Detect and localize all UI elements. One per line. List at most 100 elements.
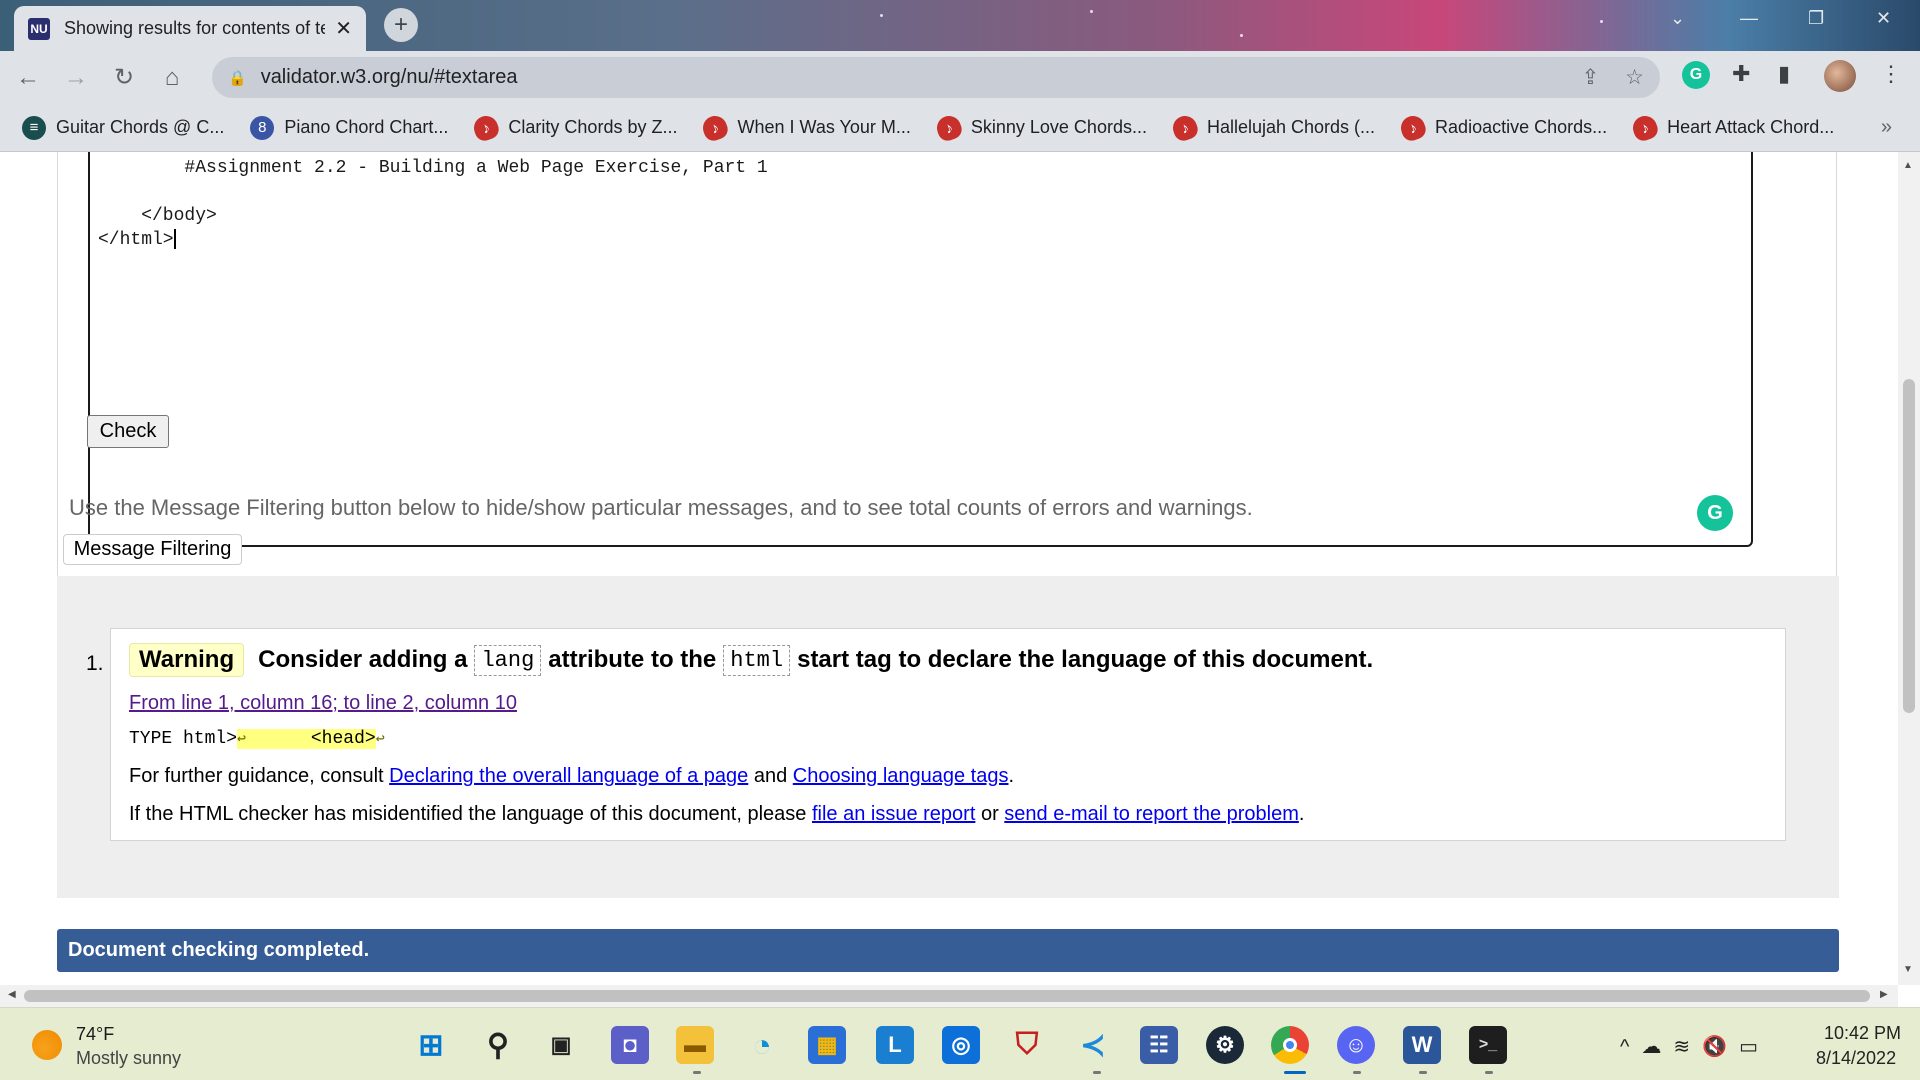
url-text[interactable]: validator.w3.org/nu/#textarea [261,66,1556,89]
file-explorer-icon[interactable]: ▬ [676,1026,714,1064]
bookmark-item[interactable]: ♪ Hallelujah Chords (... [1169,112,1375,143]
chat-icon[interactable]: ◘ [611,1026,649,1064]
microsoft-store-icon[interactable]: ▦ [808,1026,846,1064]
more-bookmarks-chevron-icon[interactable]: » [1881,116,1892,139]
steam-icon[interactable]: ⚙ [1206,1026,1244,1064]
profile-avatar-button[interactable] [1824,60,1856,92]
search-icon[interactable]: ⚲ [479,1026,517,1064]
volume-muted-icon[interactable]: 🔇 [1702,1036,1739,1058]
bookmark-item[interactable]: ♪ Skinny Love Chords... [933,112,1147,143]
background-sparkle [1090,10,1093,13]
back-arrow-icon[interactable]: ← [8,58,48,98]
guitar-icon: ♪ [471,112,502,143]
close-window-icon[interactable]: ✕ [1876,8,1891,29]
home-icon[interactable]: ⌂ [152,58,192,98]
message-text: start tag to declare the language of thi… [797,646,1374,673]
grammarly-icon[interactable]: G [1697,495,1733,531]
bookmark-item[interactable]: ≡ Guitar Chords @ C... [22,115,225,140]
bookmark-item[interactable]: 8 Piano Chord Chart... [250,115,448,140]
extract-text: TYPE html> [129,729,238,749]
extensions-puzzle-icon[interactable]: ✚ [1732,61,1750,87]
restore-icon[interactable]: ❐ [1808,8,1824,29]
bookmark-label: When I Was Your M... [737,117,911,137]
html-source-textarea[interactable]: #Assignment 2.2 - Building a Web Page Ex… [88,152,1753,547]
horizontal-scroll-thumb[interactable] [24,990,1870,1002]
code-lang: lang [474,644,542,676]
check-button[interactable]: Check [87,415,169,448]
declaring-language-link[interactable]: Declaring the overall language of a page [389,765,748,787]
windows-start-icon[interactable]: ⊞ [412,1026,450,1064]
scroll-left-arrow-icon[interactable]: ◀ [8,989,16,1000]
terminal-icon[interactable]: >_ [1469,1026,1507,1064]
vertical-scrollbar[interactable]: ▲ ▼ [1898,152,1920,985]
guitar-icon: ♪ [1397,112,1429,143]
horizontal-scrollbar[interactable]: ◀ ▶ [0,985,1898,1007]
weather-temperature[interactable]: 74°F [76,1024,114,1045]
clock-time[interactable]: 10:42 PM [1824,1023,1901,1044]
clock-date[interactable]: 8/14/2022 [1816,1048,1896,1069]
bookmark-star-icon[interactable]: ☆ [1625,65,1644,90]
address-bar[interactable]: 🔒 validator.w3.org/nu/#textarea ⇪ ☆ [212,57,1660,98]
w3c-nu-favicon-icon: NU [28,17,50,40]
bookmark-label: Guitar Chords @ C... [56,117,225,137]
l-app-icon[interactable]: L [876,1026,914,1064]
bookmark-label: Skinny Love Chords... [970,117,1147,137]
send-email-link[interactable]: send e-mail to report the problem [1004,803,1299,825]
file-issue-link[interactable]: file an issue report [812,803,975,825]
scroll-up-arrow-icon[interactable]: ▲ [1903,160,1913,171]
line-feed-icon: ↩ [237,731,247,748]
wifi-icon[interactable]: ≋ [1673,1036,1702,1058]
chrome-icon[interactable] [1271,1026,1309,1064]
word-icon[interactable]: W [1403,1026,1441,1064]
scroll-right-arrow-icon[interactable]: ▶ [1880,989,1888,1000]
location-link[interactable]: From line 1, column 16; to line 2, colum… [129,692,517,715]
weather-description[interactable]: Mostly sunny [76,1048,181,1069]
bookmark-item[interactable]: ♪ Heart Attack Chord... [1629,112,1834,143]
edge-browser-icon[interactable]: ◔ [743,1026,781,1064]
warning-badge: Warning [129,643,245,677]
discord-icon[interactable]: ☺ [1337,1026,1375,1064]
code-html: html [723,644,791,676]
grammarly-extension-button[interactable]: G [1682,61,1710,89]
side-panel-icon[interactable]: ▮ [1778,61,1790,87]
chevron-up-icon[interactable]: ^ [1620,1036,1641,1058]
browser-tab-active[interactable]: NU Showing results for contents of text-… [14,6,366,51]
mcafee-shield-icon[interactable]: ⛉ [1008,1026,1046,1064]
share-icon[interactable]: ⇪ [1582,65,1600,90]
tab-search-chevron-icon[interactable]: ⌄ [1670,8,1685,29]
checking-complete-bar: Document checking completed. [57,929,1839,972]
bookmark-item[interactable]: ♪ Clarity Chords by Z... [471,112,677,143]
guitar-icon: ♪ [700,112,731,143]
blue-app-icon[interactable]: ◎ [942,1026,980,1064]
scroll-down-arrow-icon[interactable]: ▼ [1903,964,1913,975]
network-app-icon[interactable]: ☷ [1140,1026,1178,1064]
close-tab-icon[interactable]: ✕ [335,16,352,41]
running-indicator [693,1071,701,1074]
extract-highlight: ↩ <head> [237,729,376,749]
menu-kebab-icon[interactable]: ⋮ [1880,61,1902,87]
running-indicator [1093,1071,1101,1074]
onedrive-cloud-icon[interactable]: ☁ [1641,1036,1673,1058]
sun-weather-icon[interactable] [32,1030,62,1060]
new-tab-button[interactable]: + [384,8,418,42]
vertical-scroll-thumb[interactable] [1903,379,1915,713]
choosing-language-tags-link[interactable]: Choosing language tags [793,765,1009,787]
message-filtering-button[interactable]: Message Filtering [63,534,242,565]
chrome-center-dot [1283,1038,1297,1052]
bookmark-item[interactable]: ♪ Radioactive Chords... [1397,112,1607,143]
windows-taskbar: 74°F Mostly sunny ⊞ ⚲ ▣ ◘ ▬ ◔ ▦ L ◎ ⛉ ≺ … [0,1007,1920,1080]
bookmark-item[interactable]: ♪ When I Was Your M... [700,112,911,143]
task-view-icon[interactable]: ▣ [542,1026,580,1064]
reload-icon[interactable]: ↻ [104,58,144,98]
background-sparkle [1240,34,1243,37]
vscode-icon[interactable]: ≺ [1074,1026,1112,1064]
battery-icon[interactable]: ▭ [1739,1036,1770,1058]
forward-arrow-icon[interactable]: → [56,58,96,98]
system-tray[interactable]: ^☁≋🔇▭ [1620,1034,1770,1059]
minimize-icon[interactable]: — [1740,8,1758,29]
report-paragraph: If the HTML checker has misidentified th… [129,803,1304,826]
message-filter-hint: Use the Message Filtering button below t… [69,495,1253,520]
window-title-bar: NU Showing results for contents of text-… [0,0,1920,51]
running-indicator [1419,1071,1427,1074]
